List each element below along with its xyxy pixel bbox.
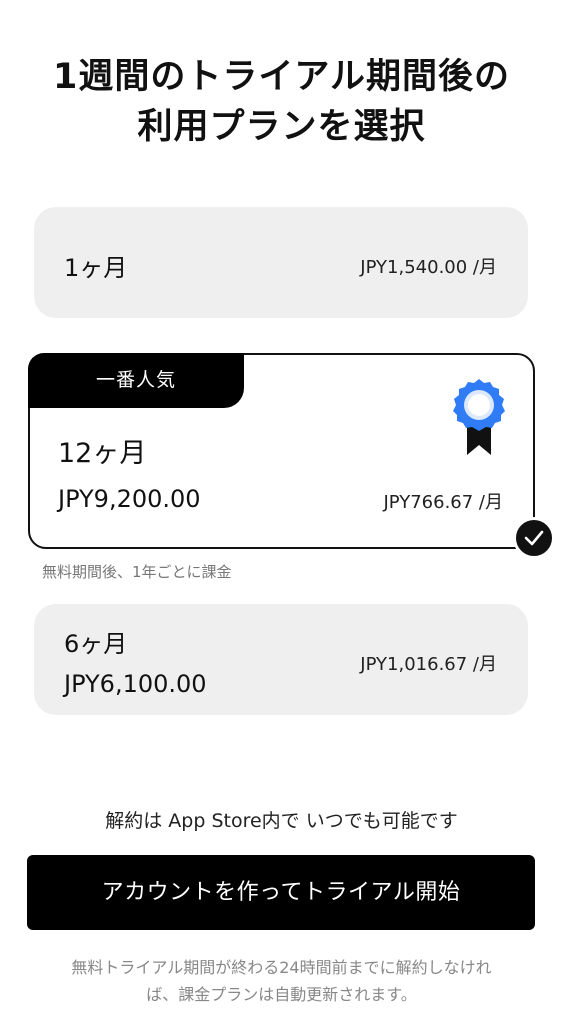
auto-renew-disclaimer: 無料トライアル期間が終わる24時間前までに解約しなけれ ば、課金プランは自動更新… xyxy=(30,954,533,1008)
disclaimer-line2: ば、課金プランは自動更新されます。 xyxy=(146,985,417,1004)
plan-price-per-month: JPY1,016.67 /月 xyxy=(360,654,497,675)
page-title-line2: 利用プランを選択 xyxy=(137,107,426,147)
plan-name: 12ヶ月 xyxy=(58,438,147,469)
page-title: 1週間のトライアル期間後の 利用プランを選択 xyxy=(0,52,563,152)
award-ribbon-icon xyxy=(453,379,505,455)
plan-option-half-year[interactable]: 6ヶ月 JPY6,100.00 JPY1,016.67 /月 xyxy=(34,604,528,715)
plan-name: 6ヶ月 xyxy=(64,630,128,658)
plan-total-price: JPY6,100.00 xyxy=(64,670,207,698)
disclaimer-line1: 無料トライアル期間が終わる24時間前までに解約しなけれ xyxy=(71,958,492,977)
selected-check-icon xyxy=(513,517,555,559)
page-title-line1: 1週間のトライアル期間後の xyxy=(52,57,510,97)
plan-price-per-month: JPY1,540.00 /月 xyxy=(360,257,497,278)
start-trial-button[interactable]: アカウントを作ってトライアル開始 xyxy=(27,855,535,930)
plan-price-per-month: JPY766.67 /月 xyxy=(383,492,503,513)
plan-total-price: JPY9,200.00 xyxy=(58,485,201,513)
billing-note: 無料期間後、1年ごとに課金 xyxy=(42,563,232,581)
plan-option-yearly[interactable]: 一番人気 12ヶ月 JPY9,200.00 JPY766.67 /月 xyxy=(28,353,535,549)
plan-name: 1ヶ月 xyxy=(64,254,128,282)
popular-badge: 一番人気 xyxy=(28,353,244,408)
plan-option-monthly[interactable]: 1ヶ月 JPY1,540.00 /月 xyxy=(34,207,528,318)
cancel-anytime-text: 解約は App Store内で いつでも可能です xyxy=(105,810,458,832)
